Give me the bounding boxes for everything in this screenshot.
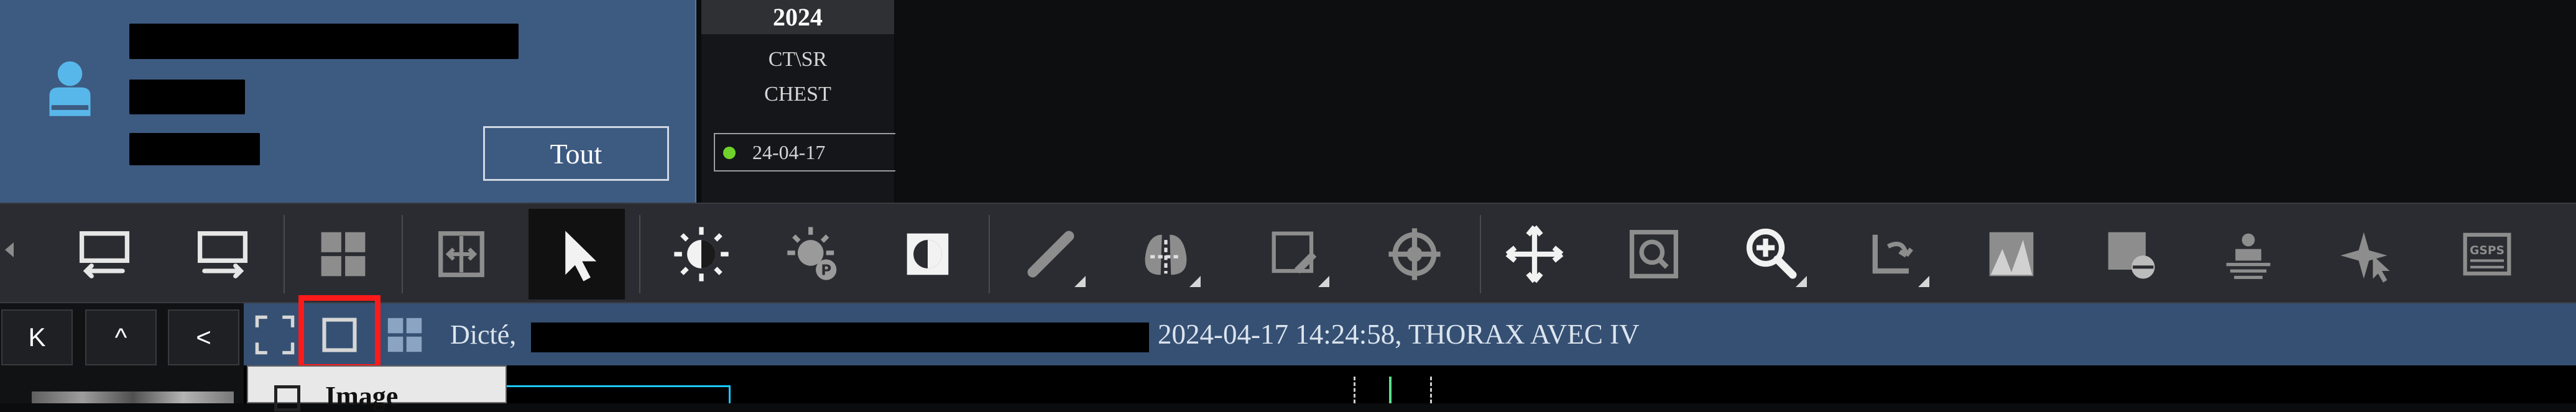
study-body-part: CHEST [764,83,831,106]
toolbar-separator [639,215,640,293]
reference-line [1354,377,1355,403]
patient-name-redacted [129,24,519,59]
status-study-info: 2024-04-17 14:24:58, THORAX AVEC IV [1158,319,1640,350]
invert-icon[interactable] [884,209,971,300]
main-toolbar: P GSPS [0,203,2576,303]
layout-menu-popup[interactable]: Image [247,365,507,411]
first-image-button[interactable]: K [1,309,73,365]
patient-id-redacted [129,80,245,114]
annotation-icon[interactable] [1251,209,1338,300]
study-column[interactable]: 2024 CT\SR CHEST 24-04-17 [701,0,959,203]
window-level-preset-icon[interactable]: P [771,209,858,300]
all-button[interactable]: Tout [483,126,669,181]
patient-avatar [34,56,106,124]
gsps-icon[interactable]: GSPS [2444,209,2531,300]
layout-previous-icon[interactable] [61,209,148,300]
ruler-icon[interactable] [1007,209,1094,300]
window-level-icon[interactable] [658,209,745,300]
layout-next-icon[interactable] [179,209,266,300]
image-layout-checkbox[interactable] [274,385,300,411]
toolbar-separator [1480,215,1481,293]
patient-dob-redacted [129,133,260,165]
lung-measure-icon[interactable] [1122,209,1209,300]
patient-info-panel: Tout [0,0,696,203]
grid-layout-icon[interactable] [300,209,387,300]
table-filter-icon[interactable] [2205,209,2292,300]
svg-text:GSPS: GSPS [2470,244,2504,257]
volume-render-icon[interactable] [1968,209,2055,300]
toolbar-scroll-left-icon[interactable] [5,242,14,257]
study-modality: CT\SR [768,48,828,71]
scroll-up-button[interactable]: ^ [85,309,157,365]
toolbar-separator [284,215,285,293]
reference-line [1430,377,1432,403]
status-prefix: Dicté, [450,319,517,350]
status-patient-redacted [531,323,1149,352]
rotate-icon[interactable] [1851,209,1938,300]
svg-text:P: P [821,262,831,278]
back-button[interactable]: < [168,309,239,365]
pointer-icon[interactable] [529,209,625,300]
zoom-icon[interactable] [1729,209,1816,300]
pan-icon[interactable] [1491,209,1578,300]
multi-view-icon[interactable] [384,314,426,356]
fit-width-icon[interactable] [418,209,505,300]
crosshair-icon[interactable] [1371,209,1458,300]
toolbar-separator [402,215,403,293]
thumbnail-preview[interactable] [32,391,234,403]
cursor-sync-icon[interactable] [2324,209,2411,300]
status-dot-icon [723,147,736,159]
study-year: 2024 [701,0,894,34]
toolbar-separator [989,215,990,293]
zoom-fit-icon[interactable] [1610,209,1697,300]
study-date-label: 24-04-17 [752,140,826,163]
active-reference-line [1389,377,1392,403]
fullscreen-icon[interactable] [254,314,296,356]
volume-render-settings-icon[interactable] [2087,209,2174,300]
header-empty-area [895,0,2576,203]
image-layout-label: Image [325,381,399,411]
selection-highlight [298,295,381,370]
